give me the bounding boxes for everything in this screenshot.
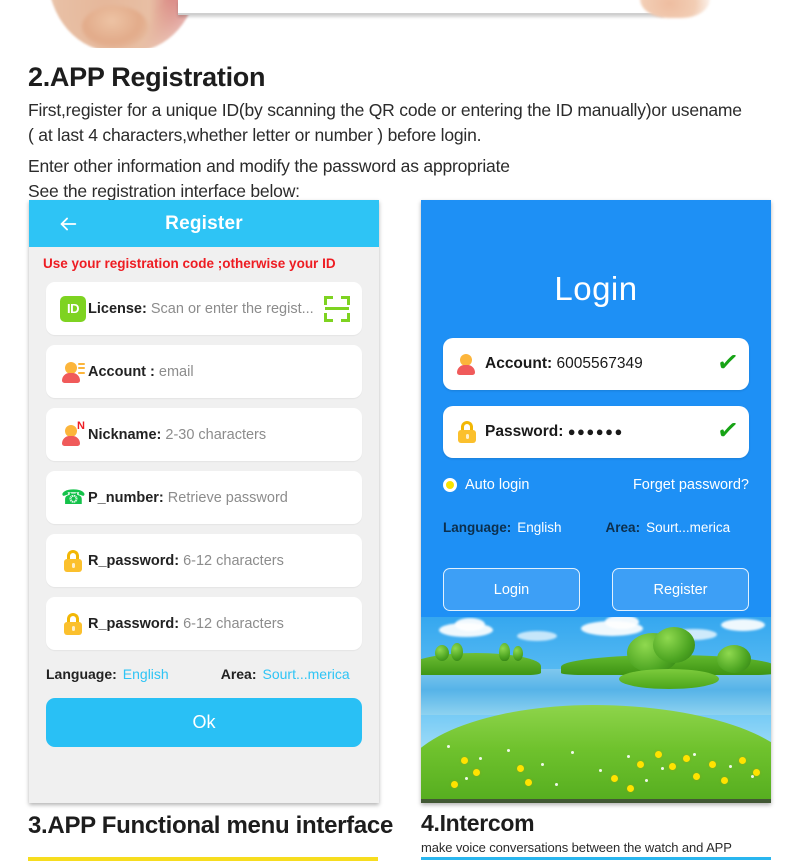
paragraph-line: Enter other information and modify the p… xyxy=(28,156,510,176)
nickname-field-text: Nickname: 2-30 characters xyxy=(88,427,266,443)
register-language-label: Language: xyxy=(46,666,117,682)
forget-password-link[interactable]: Forget password? xyxy=(633,477,749,493)
nickname-value: 2-30 characters xyxy=(165,426,267,443)
blue-divider-bar xyxy=(421,857,771,860)
child-photo-fragment xyxy=(48,0,198,48)
login-area-label: Area: xyxy=(605,520,641,535)
license-label: License: xyxy=(88,300,147,317)
green-check-icon: ✓ xyxy=(715,413,741,447)
license-value: Scan or enter the regist... xyxy=(150,300,314,317)
person-nickname-icon: N xyxy=(58,419,88,446)
next-section-heading-left: 3.APP Functional menu interface xyxy=(28,812,394,839)
paragraph-line: ( at last 4 characters,whether letter or… xyxy=(28,125,482,145)
section-heading: 2.APP Registration xyxy=(28,62,266,92)
nickname-label: Nickname: xyxy=(88,426,162,443)
ok-button[interactable]: Ok xyxy=(46,698,362,747)
login-language-label: Language: xyxy=(443,520,512,535)
login-password-value: ●●●●●● xyxy=(567,424,624,439)
login-password-text: Password: ●●●●●● xyxy=(485,423,624,441)
registration-notice: Use your registration code ;otherwise yo… xyxy=(43,256,336,271)
phone-value: Retrieve password xyxy=(167,489,288,506)
phone-icon: ☎ xyxy=(60,486,86,509)
contact-person-icon xyxy=(58,361,88,383)
phone-label: P_number: xyxy=(88,489,164,506)
login-account-label: Account: xyxy=(485,355,553,372)
login-options-row: Auto login Forget password? xyxy=(443,477,749,493)
login-buttons-row: Login Register xyxy=(443,568,749,611)
license-field-text: License: Scan or enter the regist... xyxy=(88,301,314,317)
login-area-value[interactable]: Sourt...merica xyxy=(646,520,730,535)
person-icon xyxy=(457,353,485,375)
login-account-value: 6005567349 xyxy=(556,355,643,372)
password-2-value: 6-12 characters xyxy=(183,615,284,632)
login-title: Login xyxy=(554,270,638,307)
account-field-text: Account : email xyxy=(88,364,194,380)
yellow-divider-bar xyxy=(28,857,378,861)
section-paragraph: First,register for a unique ID(by scanni… xyxy=(28,98,780,204)
auto-login-label[interactable]: Auto login xyxy=(465,477,530,493)
landscape-background-illustration xyxy=(421,617,771,803)
password-field-2[interactable]: R_password: 6-12 characters xyxy=(46,597,362,650)
password-2-label: R_password: xyxy=(88,615,180,632)
password-field-1[interactable]: R_password: 6-12 characters xyxy=(46,534,362,587)
login-language-value[interactable]: English xyxy=(517,520,561,535)
register-title: Register xyxy=(165,212,243,234)
login-password-field[interactable]: Password: ●●●●●● ✓ xyxy=(443,406,749,458)
login-screen-screenshot: Login Account: 6005567349 ✓ Password: ●●… xyxy=(421,200,771,803)
lock-icon xyxy=(58,549,88,572)
auto-login-radio[interactable] xyxy=(443,478,457,492)
account-field[interactable]: Account : email xyxy=(46,345,362,398)
password-1-label: R_password: xyxy=(88,552,180,569)
id-badge-text: ID xyxy=(60,295,86,322)
password-field-2-text: R_password: 6-12 characters xyxy=(88,616,284,632)
lock-icon xyxy=(457,421,485,443)
previous-card-bottom-edge xyxy=(178,0,664,15)
nickname-badge-letter: N xyxy=(77,419,85,432)
scan-qr-icon[interactable] xyxy=(324,295,350,322)
register-area-label: Area: xyxy=(220,666,257,682)
login-account-text: Account: 6005567349 xyxy=(485,355,643,373)
account-value: email xyxy=(158,363,194,380)
top-cropped-photo-strip xyxy=(0,0,800,48)
password-field-1-text: R_password: 6-12 characters xyxy=(88,553,284,569)
back-arrow-icon[interactable] xyxy=(57,213,79,235)
paragraph-line: First,register for a unique ID(by scanni… xyxy=(28,100,742,120)
green-check-icon: ✓ xyxy=(715,345,741,379)
id-badge-icon: ID xyxy=(58,295,88,322)
register-button[interactable]: Register xyxy=(612,568,749,611)
register-area-value[interactable]: Sourt...merica xyxy=(263,666,350,682)
lock-icon xyxy=(58,612,88,635)
phone-field-text: P_number: Retrieve password xyxy=(88,490,288,506)
account-label: Account : xyxy=(88,363,155,380)
login-meta-row: Language: English Area: Sourt...merica xyxy=(443,520,749,535)
login-button[interactable]: Login xyxy=(443,568,580,611)
next-section-heading-right: 4.Intercom xyxy=(421,810,535,836)
register-header-bar: Register xyxy=(29,200,379,247)
license-field[interactable]: ID License: Scan or enter the regist... xyxy=(46,282,362,335)
login-account-field[interactable]: Account: 6005567349 ✓ xyxy=(443,338,749,390)
next-section-subtitle-right: make voice conversations between the wat… xyxy=(421,840,732,855)
register-meta-row: Language: English Area: Sourt...merica xyxy=(46,666,362,682)
phone-number-field[interactable]: ☎ P_number: Retrieve password xyxy=(46,471,362,524)
login-password-label: Password: xyxy=(485,423,564,440)
nickname-field[interactable]: N Nickname: 2-30 characters xyxy=(46,408,362,461)
register-screen-screenshot: Register Use your registration code ;oth… xyxy=(29,200,379,803)
register-language-value[interactable]: English xyxy=(123,666,169,682)
child-photo-fragment-right xyxy=(640,0,710,18)
password-1-value: 6-12 characters xyxy=(183,552,284,569)
